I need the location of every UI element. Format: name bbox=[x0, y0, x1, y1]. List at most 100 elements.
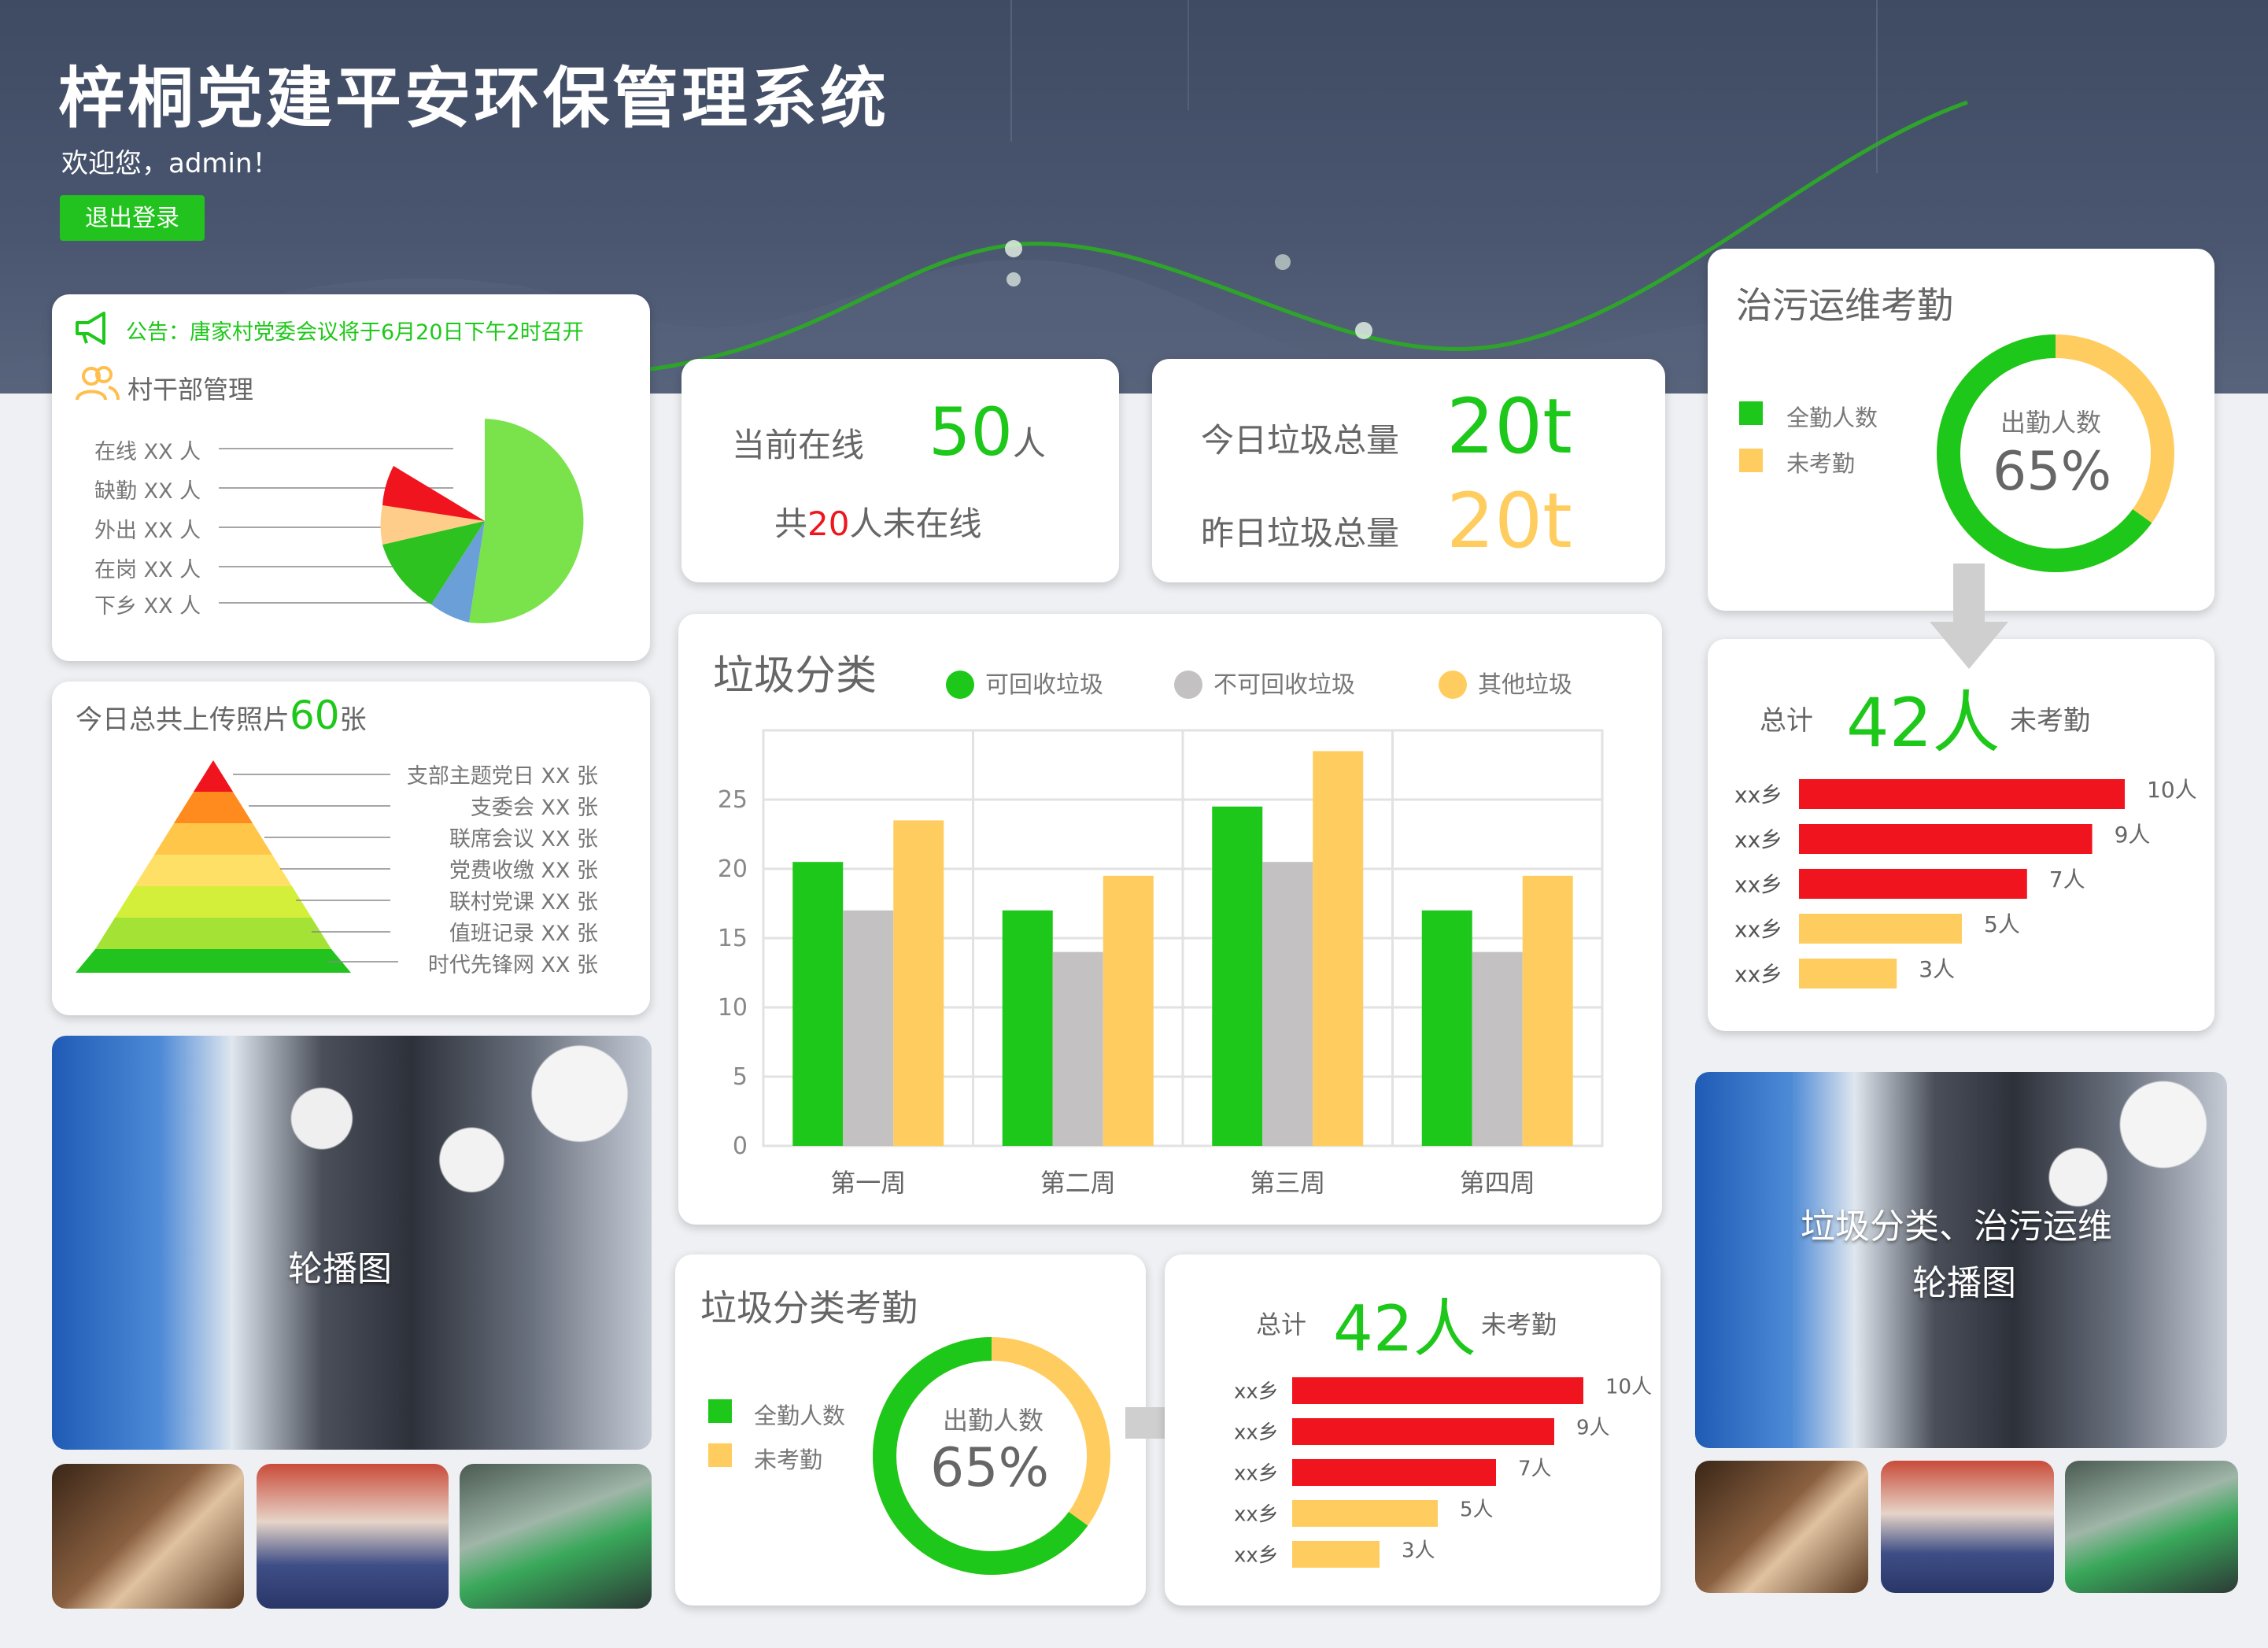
donut-center-label: 出勤人数 bbox=[2000, 408, 2102, 438]
today-label: 今日垃圾总量 bbox=[1201, 421, 1400, 460]
bar bbox=[1002, 910, 1053, 1146]
garbage-absent-card: 总计 42人 未考勤 xx乡 10人 xx乡 9人 xx乡 7人 xx乡 5人 xx乡 3人 bbox=[1165, 1254, 1660, 1606]
bar-row-label: xx乡 bbox=[1234, 1544, 1279, 1568]
bar-row bbox=[1292, 1377, 1583, 1404]
bar bbox=[1103, 875, 1154, 1146]
page-title: 梓桐党建平安环保管理系统 bbox=[58, 60, 890, 137]
bar-row bbox=[1292, 1500, 1438, 1527]
garbage-attendance-title: 垃圾分类考勤 bbox=[700, 1287, 918, 1329]
pollution-attendance-card: 治污运维考勤 全勤人数 未考勤 出勤人数 65% bbox=[1708, 249, 2214, 611]
logout-button[interactable]: 退出登录 bbox=[60, 195, 205, 241]
bar bbox=[1262, 862, 1313, 1146]
cadre-card: 公告：唐家村党委会议将于6月20日下午2时召开 村干部管理 在线 XX 人 缺勤… bbox=[52, 294, 650, 661]
bar bbox=[1052, 951, 1103, 1146]
pyramid-label: 支部主题党日 XX 张 bbox=[406, 764, 598, 789]
legend-swatch-absent bbox=[1739, 449, 1763, 472]
pyramid-label: 联村党课 XX 张 bbox=[449, 890, 598, 915]
bar-row bbox=[1799, 779, 2125, 809]
bar-row-value: 5人 bbox=[1460, 1498, 1494, 1521]
y-tick-label: 5 bbox=[733, 1063, 748, 1091]
bar-row bbox=[1799, 914, 1962, 944]
bar-row-label: xx乡 bbox=[1234, 1380, 1279, 1404]
carousel-right-main[interactable]: 垃圾分类、治污运维 轮播图 bbox=[1695, 1072, 2227, 1448]
thumbnail-officer[interactable] bbox=[1881, 1461, 2054, 1593]
bar bbox=[843, 910, 894, 1146]
bar bbox=[1472, 951, 1523, 1146]
legend-label-full: 全勤人数 bbox=[1786, 405, 1878, 431]
bar-row bbox=[1292, 1418, 1554, 1445]
garbage-chart-card: 垃圾分类 可回收垃圾 不可回收垃圾 其他垃圾 0 5 10 15 20 25 第一周 第二周 第三周第… bbox=[678, 614, 1662, 1225]
online-label: 当前在线 bbox=[732, 426, 865, 464]
x-tick-label: 第三周 bbox=[1250, 1168, 1325, 1198]
carousel-caption-line1: 垃圾分类、治污运维 bbox=[1801, 1206, 2112, 1247]
bar-row bbox=[1292, 1541, 1380, 1568]
bar-row-label: xx乡 bbox=[1734, 917, 1782, 943]
bar-row-value: 5人 bbox=[1984, 911, 2020, 937]
bar bbox=[1212, 806, 1263, 1146]
bar-row-value: 9人 bbox=[2115, 822, 2151, 848]
legend-dot bbox=[946, 671, 974, 699]
x-tick-label: 第二周 bbox=[1040, 1168, 1116, 1198]
yesterday-value: 20t bbox=[1446, 477, 1572, 565]
pyramid bbox=[76, 760, 351, 973]
legend-dot bbox=[1439, 671, 1467, 699]
carousel-caption: 轮播图 bbox=[288, 1249, 392, 1289]
thumbnail-office[interactable] bbox=[2065, 1461, 2238, 1593]
bar bbox=[792, 862, 844, 1146]
legend-label-absent: 未考勤 bbox=[754, 1447, 823, 1473]
legend-label: 可回收垃圾 bbox=[985, 671, 1103, 699]
bar-row-value: 3人 bbox=[1919, 956, 1955, 982]
bar-row-value: 7人 bbox=[1518, 1457, 1552, 1480]
arrow-down-icon bbox=[1930, 563, 2008, 669]
carousel-left-main[interactable]: 轮播图 bbox=[52, 1036, 652, 1450]
photos-card: 今日总共上传照片60张 支部主题党日 XX 张 支委会 XX 张 联席会议 XX… bbox=[52, 682, 650, 1015]
today-value: 20t bbox=[1446, 382, 1572, 471]
y-tick-label: 15 bbox=[718, 925, 748, 952]
bar-row-label: xx乡 bbox=[1734, 827, 1782, 853]
y-tick-label: 20 bbox=[718, 855, 748, 883]
pollution-absent-bars: xx乡 10人 xx乡 9人 xx乡 7人 xx乡 5人 xx乡 3人 bbox=[1734, 777, 2197, 988]
legend-dot bbox=[1174, 671, 1202, 699]
bar bbox=[1522, 875, 1573, 1146]
donut-center-value: 65% bbox=[930, 1437, 1050, 1499]
legend-label-full: 全勤人数 bbox=[754, 1402, 846, 1429]
y-tick-label: 25 bbox=[718, 786, 748, 814]
garbage-total-card: 今日垃圾总量 20t 昨日垃圾总量 20t bbox=[1152, 359, 1665, 582]
bar-row-label: xx乡 bbox=[1734, 872, 1782, 898]
online-card: 当前在线 50人 共20人未在线 bbox=[682, 359, 1119, 582]
bar bbox=[1421, 910, 1472, 1146]
thumbnail-handshake[interactable] bbox=[52, 1464, 244, 1609]
bar-row-value: 7人 bbox=[2049, 866, 2085, 892]
yesterday-label: 昨日垃圾总量 bbox=[1201, 514, 1400, 552]
bar-row-label: xx乡 bbox=[1234, 1421, 1279, 1445]
pyramid-label: 联席会议 XX 张 bbox=[449, 827, 598, 852]
x-tick-label: 第一周 bbox=[830, 1168, 906, 1198]
bar-row-label: xx乡 bbox=[1234, 1503, 1279, 1527]
donut-center-value: 65% bbox=[1993, 441, 2112, 503]
online-count: 50人 bbox=[929, 394, 1046, 471]
thumbnail-officer[interactable] bbox=[257, 1464, 449, 1609]
bar-row-value: 9人 bbox=[1576, 1416, 1610, 1439]
thumbnail-handshake[interactable] bbox=[1695, 1461, 1868, 1593]
bar-row-value: 3人 bbox=[1402, 1539, 1435, 1562]
legend-label-absent: 未考勤 bbox=[1786, 450, 1856, 477]
bar-row-label: xx乡 bbox=[1734, 962, 1782, 988]
thumbnail-office[interactable] bbox=[460, 1464, 652, 1609]
bar-row bbox=[1292, 1459, 1496, 1486]
bar-row bbox=[1799, 869, 2027, 899]
donut-center-label: 出勤人数 bbox=[943, 1406, 1044, 1436]
garbage-bar-chart: 可回收垃圾 不可回收垃圾 其他垃圾 0 5 10 15 20 25 第一周 第二周 第三周 第四周 bbox=[718, 671, 1604, 1198]
carousel-caption-line2: 轮播图 bbox=[1912, 1263, 2016, 1303]
garbage-absent-bars: xx乡 10人 xx乡 9人 xx乡 7人 xx乡 5人 xx乡 3人 bbox=[1234, 1375, 1652, 1568]
garbage-attendance-card: 垃圾分类考勤 全勤人数 未考勤 出勤人数 65% bbox=[675, 1254, 1146, 1606]
legend-swatch-absent bbox=[708, 1443, 732, 1467]
legend-label: 不可回收垃圾 bbox=[1213, 671, 1355, 699]
pyramid-label: 支委会 XX 张 bbox=[470, 796, 598, 820]
bar-row bbox=[1799, 824, 2093, 854]
y-tick-label: 0 bbox=[733, 1133, 748, 1160]
legend-swatch-full bbox=[1739, 401, 1763, 425]
bar-row-value: 10人 bbox=[2147, 777, 2197, 803]
pollution-attendance-title: 治污运维考勤 bbox=[1736, 284, 1953, 327]
bar bbox=[1313, 751, 1364, 1146]
pyramid-label: 党费收缴 XX 张 bbox=[449, 859, 598, 883]
